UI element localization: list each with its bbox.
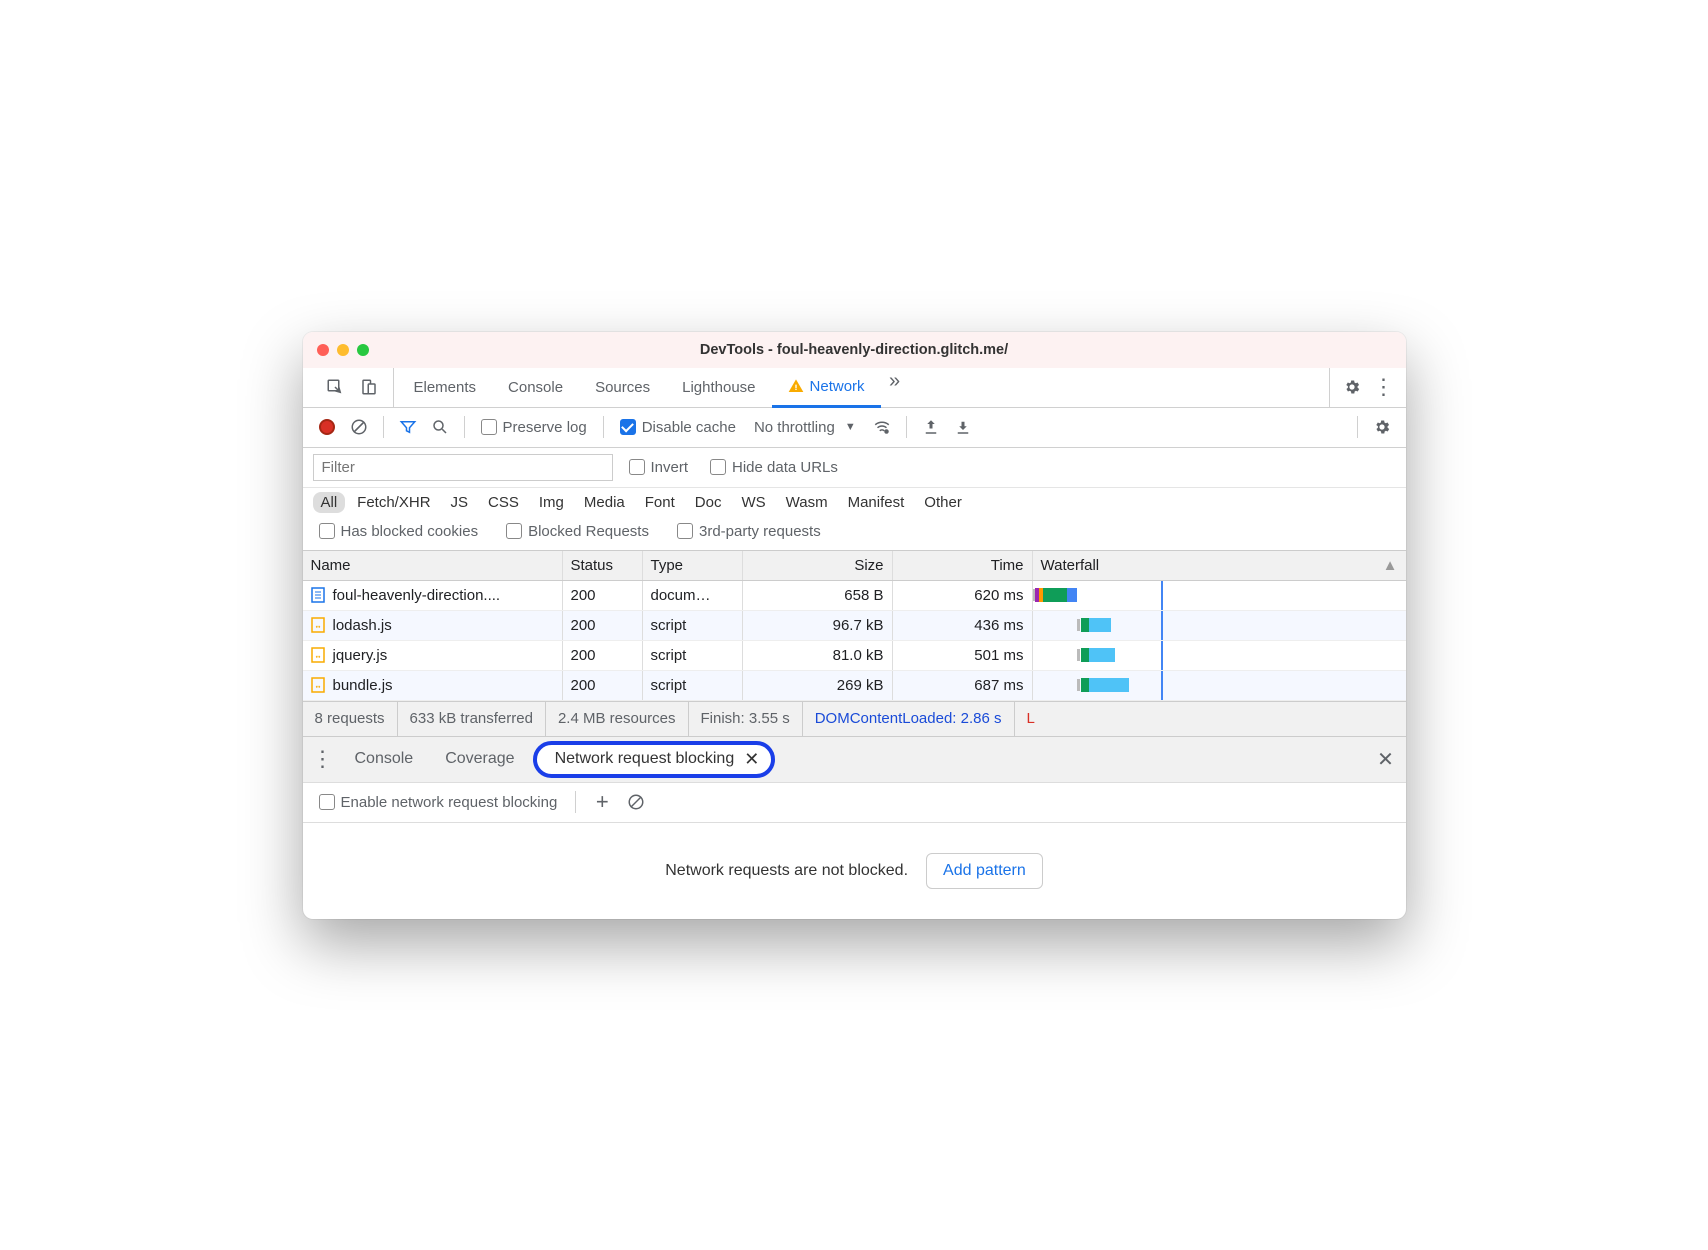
summary-transferred: 633 kB transferred: [398, 701, 546, 737]
titlebar: DevTools - foul-heavenly-direction.glitc…: [303, 332, 1406, 368]
tab-network[interactable]: Network: [772, 368, 881, 408]
record-button[interactable]: [313, 413, 341, 441]
svg-text:↔: ↔: [315, 652, 320, 661]
table-row[interactable]: ↔bundle.js200script269 kB687 ms: [303, 671, 1406, 701]
drawer-menu-icon[interactable]: ⋮: [309, 745, 337, 773]
disable-cache-checkbox[interactable]: Disable cache: [614, 419, 742, 436]
blocking-status-text: Network requests are not blocked.: [665, 862, 908, 880]
download-har-icon[interactable]: [949, 413, 977, 441]
col-time[interactable]: Time: [893, 551, 1033, 580]
sort-asc-icon: ▲: [1383, 557, 1398, 574]
inspect-element-icon[interactable]: [321, 373, 349, 401]
throttling-select[interactable]: No throttling ▼: [746, 419, 864, 436]
has-blocked-cookies-checkbox[interactable]: Has blocked cookies: [313, 523, 485, 540]
chevron-down-icon: ▼: [845, 421, 856, 433]
col-status[interactable]: Status: [563, 551, 643, 580]
maximize-window-button[interactable]: [357, 344, 369, 356]
type-filter-all[interactable]: All: [313, 492, 346, 513]
filter-bar: Invert Hide data URLs: [303, 448, 1406, 488]
network-toolbar: Preserve log Disable cache No throttling…: [303, 408, 1406, 448]
more-tabs-icon[interactable]: »: [881, 368, 909, 396]
checkbox-checked-icon: [620, 419, 636, 435]
tab-console[interactable]: Console: [492, 368, 579, 407]
resource-type-filters: AllFetch/XHRJSCSSImgMediaFontDocWSWasmMa…: [303, 488, 1406, 517]
table-row[interactable]: foul-heavenly-direction....200docum…658 …: [303, 581, 1406, 611]
type-filter-doc[interactable]: Doc: [687, 492, 730, 513]
panel-settings-icon[interactable]: [1368, 413, 1396, 441]
type-filter-fetchxhr[interactable]: Fetch/XHR: [349, 492, 438, 513]
search-icon[interactable]: [426, 413, 454, 441]
summary-resources: 2.4 MB resources: [546, 701, 689, 737]
minimize-window-button[interactable]: [337, 344, 349, 356]
table-row[interactable]: ↔lodash.js200script96.7 kB436 ms: [303, 611, 1406, 641]
tab-lighthouse[interactable]: Lighthouse: [666, 368, 771, 407]
tab-sources[interactable]: Sources: [579, 368, 666, 407]
col-name[interactable]: Name: [303, 551, 563, 580]
summary-load: L: [1015, 701, 1047, 737]
drawer-tab-console[interactable]: Console: [341, 744, 428, 774]
type-filter-font[interactable]: Font: [637, 492, 683, 513]
warning-icon: [788, 378, 804, 394]
upload-har-icon[interactable]: [917, 413, 945, 441]
col-size[interactable]: Size: [743, 551, 893, 580]
close-drawer-icon[interactable]: ✕: [1372, 745, 1400, 773]
preserve-log-checkbox[interactable]: Preserve log: [475, 419, 593, 436]
filter-input[interactable]: [313, 454, 613, 481]
kebab-menu-icon[interactable]: ⋮: [1370, 373, 1398, 401]
drawer-tabs: ⋮ Console Coverage Network request block…: [303, 737, 1406, 783]
close-window-button[interactable]: [317, 344, 329, 356]
summary-requests: 8 requests: [303, 701, 398, 737]
col-waterfall[interactable]: Waterfall▲: [1033, 551, 1406, 580]
type-filter-media[interactable]: Media: [576, 492, 633, 513]
drawer-tab-network-request-blocking[interactable]: Network request blocking ✕: [533, 741, 776, 778]
add-pattern-icon[interactable]: +: [588, 788, 616, 816]
type-filter-img[interactable]: Img: [531, 492, 572, 513]
type-filter-ws[interactable]: WS: [733, 492, 773, 513]
col-type[interactable]: Type: [643, 551, 743, 580]
filter-toggle-icon[interactable]: [394, 413, 422, 441]
type-filter-js[interactable]: JS: [443, 492, 477, 513]
drawer-tab-coverage[interactable]: Coverage: [431, 744, 528, 774]
hide-data-urls-checkbox[interactable]: Hide data URLs: [704, 459, 844, 476]
remove-all-icon[interactable]: [622, 788, 650, 816]
checkbox-icon: [481, 419, 497, 435]
invert-checkbox[interactable]: Invert: [623, 459, 695, 476]
type-filter-other[interactable]: Other: [916, 492, 970, 513]
network-table: Name Status Type Size Time Waterfall▲ fo…: [303, 551, 1406, 701]
svg-text:↔: ↔: [315, 682, 320, 691]
clear-icon[interactable]: [345, 413, 373, 441]
enable-blocking-checkbox[interactable]: Enable network request blocking: [313, 794, 564, 811]
table-header: Name Status Type Size Time Waterfall▲: [303, 551, 1406, 581]
svg-text:↔: ↔: [315, 622, 320, 631]
close-icon[interactable]: ✕: [744, 749, 759, 770]
network-summary: 8 requests 633 kB transferred 2.4 MB res…: [303, 701, 1406, 737]
tab-elements[interactable]: Elements: [398, 368, 493, 407]
blocked-requests-checkbox[interactable]: Blocked Requests: [500, 523, 655, 540]
network-conditions-icon[interactable]: [868, 413, 896, 441]
extra-filters: Has blocked cookies Blocked Requests 3rd…: [303, 517, 1406, 551]
main-tabs: Elements Console Sources Lighthouse Netw…: [303, 368, 1406, 408]
blocking-body: Network requests are not blocked. Add pa…: [303, 823, 1406, 919]
type-filter-wasm[interactable]: Wasm: [778, 492, 836, 513]
table-row[interactable]: ↔jquery.js200script81.0 kB501 ms: [303, 641, 1406, 671]
window-controls: [303, 344, 369, 356]
blocking-toolbar: Enable network request blocking +: [303, 783, 1406, 823]
device-toolbar-icon[interactable]: [355, 373, 383, 401]
summary-finish: Finish: 3.55 s: [689, 701, 803, 737]
type-filter-css[interactable]: CSS: [480, 492, 527, 513]
add-pattern-button[interactable]: Add pattern: [926, 853, 1043, 889]
type-filter-manifest[interactable]: Manifest: [840, 492, 913, 513]
settings-icon[interactable]: [1338, 373, 1366, 401]
window-title: DevTools - foul-heavenly-direction.glitc…: [303, 342, 1406, 358]
devtools-window: DevTools - foul-heavenly-direction.glitc…: [303, 332, 1406, 919]
summary-dcl: DOMContentLoaded: 2.86 s: [803, 701, 1015, 737]
third-party-checkbox[interactable]: 3rd-party requests: [671, 523, 827, 540]
